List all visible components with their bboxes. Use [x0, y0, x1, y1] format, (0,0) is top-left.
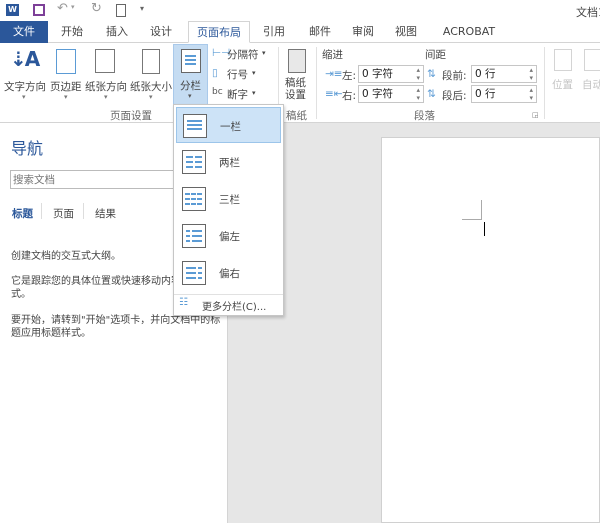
new-document-icon[interactable]	[116, 4, 126, 17]
columns-dropdown-menu: 一栏 两栏 三栏 偏左 偏右 ☷ 更多分栏(C)...	[173, 104, 284, 316]
tab-page-layout[interactable]: 页面布局	[188, 21, 250, 43]
tab-insert[interactable]: 插入	[97, 21, 137, 43]
spacing-after-label: 段后:	[442, 90, 467, 102]
dropdown-arrow-icon: ▾	[22, 93, 26, 101]
line-numbers-icon: ▯	[212, 67, 218, 79]
margin-corner-mark	[462, 200, 482, 220]
tab-acrobat[interactable]: ACROBAT	[434, 21, 504, 43]
hyphenation-icon: bc	[212, 87, 223, 97]
breaks-button[interactable]: ⊢⊣ 分隔符 ▾	[212, 47, 272, 63]
tab-view[interactable]: 视图	[386, 21, 426, 43]
indent-right-icon: ≡⇤	[325, 88, 343, 100]
menu-item-more-columns[interactable]: ☷ 更多分栏(C)...	[176, 296, 281, 314]
indent-label: 缩进	[322, 49, 343, 61]
orientation-button[interactable]: 纸张方向 ▾	[85, 45, 129, 105]
dropdown-arrow-icon: ▾	[262, 49, 266, 57]
dropdown-arrow-icon: ▾	[188, 92, 192, 100]
spinner-arrows-icon[interactable]: ▴ ▾	[529, 86, 533, 102]
paragraph-dialog-launcher-icon[interactable]: ◲	[532, 111, 539, 119]
spinner-arrows-icon[interactable]: ▴ ▾	[529, 66, 533, 82]
tab-references[interactable]: 引用	[254, 21, 294, 43]
dropdown-arrow-icon: ▾	[252, 69, 256, 77]
orientation-icon	[95, 49, 115, 73]
tab-review[interactable]: 审阅	[343, 21, 383, 43]
tab-file[interactable]: 文件	[0, 21, 48, 43]
text-direction-icon: ⇣A	[10, 47, 40, 71]
wrap-text-button: 自动	[580, 45, 600, 105]
dropdown-arrow-icon: ▾	[252, 89, 256, 97]
page-size-icon	[142, 49, 160, 74]
spinner-arrows-icon[interactable]: ▴ ▾	[416, 66, 420, 82]
margins-button[interactable]: 页边距 ▾	[50, 45, 84, 105]
more-columns-icon: ☷	[179, 297, 188, 308]
dropdown-arrow-icon: ▾	[104, 93, 108, 101]
nav-tab-pages[interactable]: 页面	[53, 206, 74, 221]
size-button[interactable]: 纸张大小 ▾	[130, 45, 172, 105]
ribbon: ⇣A 文字方向 ▾ 页边距 ▾ 纸张方向 ▾ 纸张大小 ▾ 分栏 ▾ ⊢⊣ 分隔…	[0, 43, 600, 123]
columns-button[interactable]: 分栏 ▾	[173, 44, 208, 105]
group-label-paragraph: 段落	[414, 110, 435, 122]
nav-tab-headings[interactable]: 标题	[12, 206, 33, 221]
spacing-before-input[interactable]: 0 行 ▴ ▾	[471, 65, 537, 83]
position-icon	[554, 49, 572, 71]
indent-right-label: 右:	[342, 90, 357, 102]
right-column-icon	[182, 261, 206, 285]
spacing-before-icon: ⇅	[427, 68, 436, 80]
undo-icon[interactable]: ↶	[57, 1, 68, 16]
group-label-manuscript: 稿纸	[286, 110, 307, 122]
wrap-text-icon	[584, 49, 600, 71]
tab-mailings[interactable]: 邮件	[300, 21, 340, 43]
indent-left-label: 左:	[342, 70, 357, 82]
spacing-after-icon: ⇅	[427, 88, 436, 100]
spacing-after-input[interactable]: 0 行 ▴ ▾	[471, 85, 537, 103]
redo-icon[interactable]: ↻	[91, 1, 102, 16]
dropdown-arrow-icon: ▾	[149, 93, 153, 101]
menu-item-three-columns[interactable]: 三栏	[176, 181, 281, 217]
tab-design[interactable]: 设计	[141, 21, 181, 43]
nav-title: 导航	[11, 139, 44, 158]
menu-item-left[interactable]: 偏左	[176, 218, 281, 254]
left-column-icon	[182, 224, 206, 248]
spacing-label: 间距	[425, 49, 446, 61]
menu-item-two-columns[interactable]: 两栏	[176, 144, 281, 180]
hyphenation-button[interactable]: bc 断字 ▾	[212, 87, 272, 103]
manuscript-settings-button[interactable]: 稿纸设置	[282, 45, 312, 105]
spinner-arrows-icon[interactable]: ▴ ▾	[416, 86, 420, 102]
menu-item-one-column[interactable]: 一栏	[176, 107, 281, 143]
three-columns-icon	[182, 187, 206, 211]
margins-icon	[56, 49, 76, 74]
manuscript-icon	[288, 49, 306, 73]
two-columns-icon	[182, 150, 206, 174]
text-cursor	[484, 222, 485, 236]
columns-icon	[181, 49, 201, 73]
title-bar: W ↶ ▾ ↻ ▾ 文档1	[0, 0, 600, 21]
undo-dropdown-icon[interactable]: ▾	[71, 3, 75, 11]
text-direction-button[interactable]: ⇣A 文字方向 ▾	[2, 45, 48, 105]
nav-text-3: 要开始，请转到"开始"选项卡，并向文档中的标题应用标题样式。	[11, 315, 221, 339]
customize-qat-icon[interactable]: ▾	[140, 4, 144, 13]
line-numbers-button[interactable]: ▯ 行号 ▾	[212, 67, 272, 83]
document-page[interactable]	[381, 137, 600, 523]
spacing-before-label: 段前:	[442, 70, 467, 82]
indent-right-input[interactable]: 0 字符 ▴ ▾	[358, 85, 424, 103]
word-logo-icon: W	[6, 4, 19, 16]
nav-tab-results[interactable]: 结果	[95, 206, 116, 221]
one-column-icon	[183, 114, 207, 138]
indent-left-icon: ⇥≡	[325, 68, 343, 80]
group-label-page-setup: 页面设置	[110, 110, 152, 122]
save-icon[interactable]	[33, 4, 45, 16]
document-title: 文档1	[576, 6, 600, 19]
menu-item-right[interactable]: 偏右	[176, 255, 281, 291]
dropdown-arrow-icon: ▾	[64, 93, 68, 101]
position-button: 位置	[550, 45, 578, 105]
indent-left-input[interactable]: 0 字符 ▴ ▾	[358, 65, 424, 83]
ribbon-tabs: 文件 开始 插入 设计 页面布局 引用 邮件 审阅 视图 ACROBAT	[0, 21, 600, 43]
tab-home[interactable]: 开始	[52, 21, 92, 43]
